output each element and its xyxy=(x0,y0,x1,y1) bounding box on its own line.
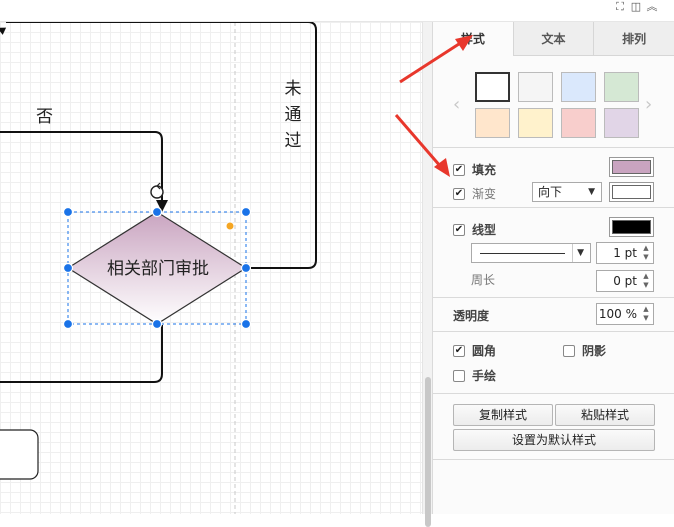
gradient-checkbox[interactable]: ✔ xyxy=(453,187,465,200)
swatch-prev-icon[interactable]: ‹ xyxy=(453,94,460,115)
style-actions-section: 复制样式 粘贴样式 设置为默认样式 xyxy=(433,394,674,460)
diagram-canvas[interactable]: 相关部门审批 否 未通过 xyxy=(0,22,422,514)
top-toolbar: ⛶ ◫ ︽ xyxy=(0,0,674,22)
edge-label-rejected-char: 未 xyxy=(284,79,302,99)
opacity-section: 透明度 100 % ▲ ▼ xyxy=(433,298,674,332)
style-swatch[interactable] xyxy=(518,72,553,102)
style-swatches-section: ‹ › xyxy=(433,56,674,148)
perimeter-input[interactable]: 0 pt ▲ ▼ xyxy=(596,270,654,292)
opacity-label: 透明度 xyxy=(453,309,490,323)
fill-checkbox[interactable]: ✔ xyxy=(453,163,465,176)
rounded-checkbox[interactable]: ✔ xyxy=(453,344,465,357)
arrow-head-top-left-icon xyxy=(0,27,7,35)
edge-label-rejected-char: 过 xyxy=(284,131,302,151)
connector-no[interactable] xyxy=(0,131,163,200)
swatch-next-icon[interactable]: › xyxy=(645,94,652,115)
chevron-down-icon: ▼ xyxy=(588,187,595,197)
stepper-icon[interactable]: ▲ ▼ xyxy=(640,272,652,290)
tab-text[interactable]: 文本 xyxy=(512,22,594,56)
line-checkbox[interactable]: ✔ xyxy=(453,223,465,236)
shadow-label: 阴影 xyxy=(582,344,607,358)
paste-style-button[interactable]: 粘贴样式 xyxy=(555,404,655,426)
sketch-checkbox[interactable] xyxy=(453,369,465,382)
fill-label: 填充 xyxy=(472,163,497,177)
fullscreen-icon[interactable]: ⛶ xyxy=(614,1,626,13)
process-box[interactable] xyxy=(0,429,39,480)
line-pattern-select[interactable]: ▼ xyxy=(471,243,591,263)
set-default-style-button[interactable]: 设置为默认样式 xyxy=(453,429,655,451)
fill-section: ✔ 填充 ✔ 渐变 向下 ▼ xyxy=(433,148,674,208)
connector-bottom[interactable] xyxy=(0,325,163,383)
line-pattern-preview xyxy=(480,253,565,254)
style-swatch[interactable] xyxy=(561,72,596,102)
style-swatch[interactable] xyxy=(475,72,510,102)
opacity-input[interactable]: 100 % ▲ ▼ xyxy=(596,303,654,325)
style-swatch[interactable] xyxy=(561,108,596,138)
line-section: ✔ 线型 ▼ 1 pt ▲ ▼ 周长 0 pt ▲ ▼ xyxy=(433,208,674,298)
copy-style-button[interactable]: 复制样式 xyxy=(453,404,553,426)
line-width-value: 1 pt xyxy=(613,246,637,260)
rounded-label: 圆角 xyxy=(472,344,497,358)
collapse-icon[interactable]: ︽ xyxy=(646,1,658,13)
format-panel: 样式 文本 排列 ‹ › ✔ 填充 ✔ 渐变 向下 ▼ ✔ 线型 ▼ 1 pt … xyxy=(432,22,674,514)
swatch-grid xyxy=(475,72,640,138)
line-color-button[interactable] xyxy=(609,217,654,237)
edge-label-rejected: 未通过 xyxy=(283,76,303,154)
fill-color-button[interactable] xyxy=(609,157,654,177)
line-label: 线型 xyxy=(472,223,497,237)
opacity-value: 100 % xyxy=(598,307,637,321)
options-section: ✔ 圆角 阴影 手绘 xyxy=(433,332,674,394)
gradient-direction-value: 向下 xyxy=(538,185,563,199)
toolbar-icons: ⛶ ◫ ︽ xyxy=(614,0,658,14)
style-swatch[interactable] xyxy=(518,108,553,138)
gradient-direction-select[interactable]: 向下 ▼ xyxy=(532,182,602,202)
perimeter-label: 周长 xyxy=(471,273,496,287)
line-width-input[interactable]: 1 pt ▲ ▼ xyxy=(596,242,654,264)
panel-tabs: 样式 文本 排列 xyxy=(433,22,674,56)
style-swatch[interactable] xyxy=(604,72,639,102)
canvas-scrollbar[interactable] xyxy=(422,22,432,527)
gradient-color-button[interactable] xyxy=(609,182,654,202)
edge-label-rejected-char: 通 xyxy=(284,105,302,125)
shadow-checkbox[interactable] xyxy=(563,344,575,357)
diamond-label: 相关部门审批 xyxy=(107,259,209,279)
stepper-icon[interactable]: ▲ ▼ xyxy=(640,244,652,262)
panel-toggle-icon[interactable]: ◫ xyxy=(630,1,642,13)
scrollbar-thumb[interactable] xyxy=(425,377,431,527)
style-swatch[interactable] xyxy=(604,108,639,138)
perimeter-value: 0 pt xyxy=(613,274,637,288)
sketch-label: 手绘 xyxy=(472,369,497,383)
tab-arrange[interactable]: 排列 xyxy=(593,22,674,56)
style-handle[interactable] xyxy=(225,221,235,231)
stepper-icon[interactable]: ▲ ▼ xyxy=(640,305,652,323)
edge-label-no: 否 xyxy=(36,107,53,127)
style-swatch[interactable] xyxy=(475,108,510,138)
gradient-label: 渐变 xyxy=(472,187,497,201)
chevron-down-icon: ▼ xyxy=(572,244,584,262)
tab-style[interactable]: 样式 xyxy=(433,22,513,56)
